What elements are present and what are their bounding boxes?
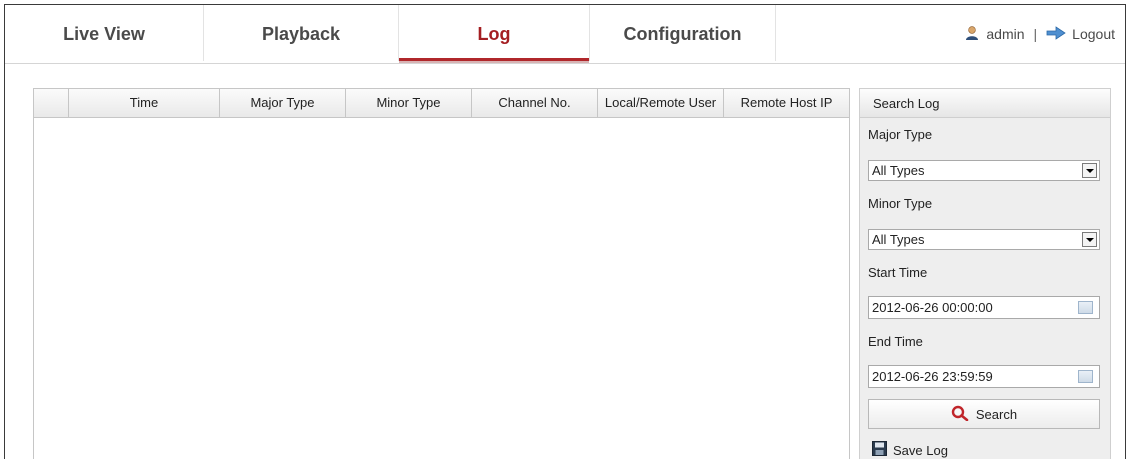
chevron-down-icon[interactable] xyxy=(1082,163,1097,178)
panel-title: Search Log xyxy=(860,89,1110,118)
major-type-label: Major Type xyxy=(868,127,933,142)
logout-label: Logout xyxy=(1072,26,1115,42)
tab-log[interactable]: Log xyxy=(399,5,589,63)
tab-divider xyxy=(775,5,776,61)
end-time-label: End Time xyxy=(868,334,923,349)
log-table: Time Major Type Minor Type Channel No. L… xyxy=(33,88,850,459)
save-log-button[interactable]: Save Log xyxy=(872,441,948,459)
logout-icon xyxy=(1046,25,1066,43)
end-time-input[interactable]: 2012-06-26 23:59:59 xyxy=(868,365,1100,388)
column-time[interactable]: Time xyxy=(69,89,220,117)
column-channel-no[interactable]: Channel No. xyxy=(472,89,598,117)
logout-link[interactable]: Logout xyxy=(1046,25,1115,43)
checkbox-column-header xyxy=(34,89,69,117)
minor-type-value: All Types xyxy=(872,232,925,247)
table-body xyxy=(34,118,849,458)
username: admin xyxy=(986,26,1025,42)
minor-type-select[interactable]: All Types xyxy=(868,229,1100,250)
search-button-label: Search xyxy=(975,406,1018,422)
table-header: Time Major Type Minor Type Channel No. L… xyxy=(34,89,849,118)
user-separator: | xyxy=(1033,26,1038,42)
floppy-disk-icon xyxy=(872,441,887,459)
column-remote-host-ip[interactable]: Remote Host IP xyxy=(724,89,849,117)
search-log-panel: Search Log Major Type All Types Minor Ty… xyxy=(859,88,1111,459)
start-time-value: 2012-06-26 00:00:00 xyxy=(872,300,993,315)
tab-configuration[interactable]: Configuration xyxy=(590,5,775,63)
calendar-icon[interactable] xyxy=(1078,370,1093,383)
user-icon xyxy=(964,25,980,44)
chevron-down-icon[interactable] xyxy=(1082,232,1097,247)
major-type-select[interactable]: All Types xyxy=(868,160,1100,181)
column-minor-type[interactable]: Minor Type xyxy=(346,89,472,117)
save-log-label: Save Log xyxy=(893,442,948,458)
tab-playback[interactable]: Playback xyxy=(204,5,398,63)
nav-divider-line xyxy=(5,63,1125,64)
start-time-input[interactable]: 2012-06-26 00:00:00 xyxy=(868,296,1100,319)
search-icon xyxy=(951,405,969,424)
end-time-value: 2012-06-26 23:59:59 xyxy=(872,369,993,384)
major-type-value: All Types xyxy=(872,163,925,178)
user-area: admin | Logout xyxy=(964,24,1115,44)
column-local-remote-user[interactable]: Local/Remote User xyxy=(598,89,724,117)
search-button[interactable]: Search xyxy=(868,399,1100,429)
column-major-type[interactable]: Major Type xyxy=(220,89,346,117)
tab-live-view[interactable]: Live View xyxy=(5,5,203,63)
top-navigation: Live View Playback Log Configuration adm… xyxy=(5,5,1125,64)
minor-type-label: Minor Type xyxy=(868,196,933,211)
calendar-icon[interactable] xyxy=(1078,301,1093,314)
start-time-label: Start Time xyxy=(868,265,928,280)
